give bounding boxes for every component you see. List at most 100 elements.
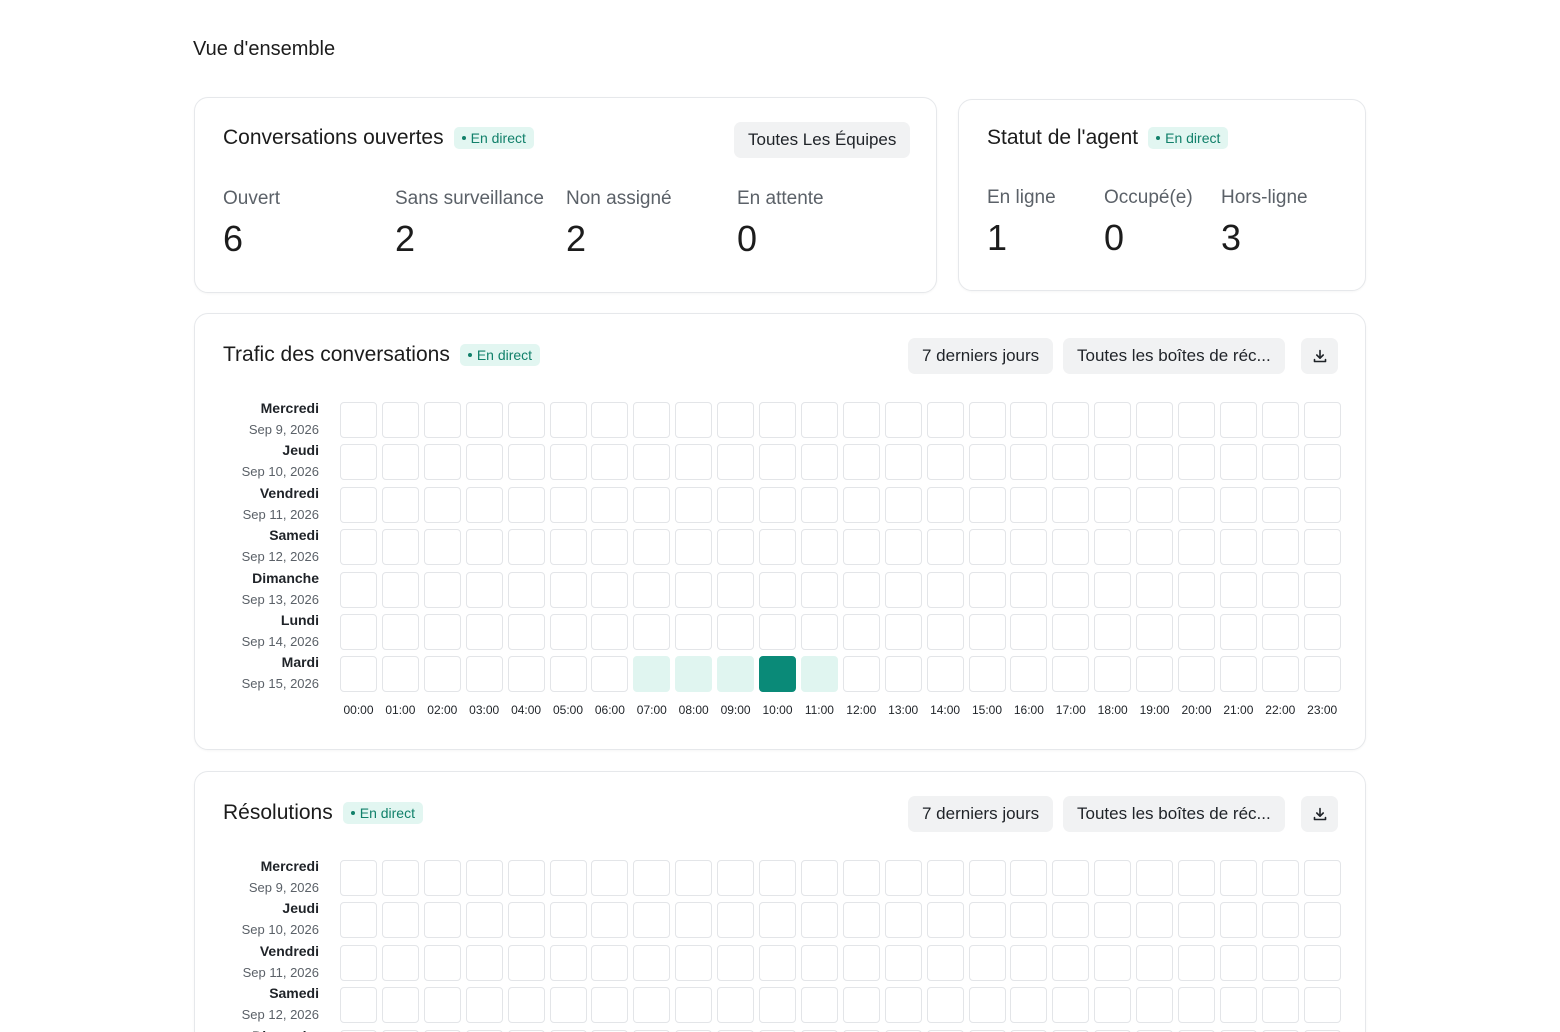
heatmap-cell[interactable] — [884, 656, 922, 693]
heatmap-cell[interactable] — [1010, 571, 1048, 608]
heatmap-cell[interactable] — [465, 860, 503, 896]
heatmap-cell[interactable] — [842, 614, 880, 650]
heatmap-cell[interactable] — [381, 571, 419, 608]
heatmap-cell[interactable] — [633, 902, 671, 939]
heatmap-cell[interactable] — [675, 402, 713, 438]
heatmap-cell[interactable] — [1178, 944, 1215, 981]
heatmap-cell[interactable] — [1178, 444, 1215, 481]
heatmap-cell[interactable] — [884, 402, 922, 438]
heatmap-cell[interactable] — [465, 486, 503, 523]
heatmap-cell[interactable] — [507, 987, 545, 1024]
heatmap-cell[interactable] — [926, 529, 964, 566]
heatmap-cell[interactable] — [1136, 402, 1174, 438]
heatmap-cell[interactable] — [633, 571, 671, 608]
heatmap-cell[interactable] — [884, 614, 922, 650]
heatmap-cell[interactable] — [1010, 944, 1048, 981]
heatmap-cell[interactable] — [507, 444, 545, 481]
heatmap-cell[interactable] — [633, 656, 671, 693]
heatmap-cell[interactable] — [549, 656, 587, 693]
heatmap-cell[interactable] — [1261, 402, 1299, 438]
heatmap-cell[interactable] — [842, 444, 880, 481]
heatmap-cell[interactable] — [423, 444, 461, 481]
heatmap-cell[interactable] — [884, 571, 922, 608]
heatmap-cell[interactable] — [968, 529, 1006, 566]
heatmap-cell[interactable] — [926, 656, 964, 693]
heatmap-cell[interactable] — [465, 444, 503, 481]
heatmap-cell[interactable] — [1136, 444, 1174, 481]
heatmap-cell[interactable] — [884, 860, 922, 896]
heatmap-cell[interactable] — [1303, 860, 1341, 896]
heatmap-cell[interactable] — [465, 987, 503, 1024]
heatmap-cell[interactable] — [423, 571, 461, 608]
heatmap-cell[interactable] — [1136, 902, 1174, 939]
heatmap-cell[interactable] — [800, 860, 838, 896]
heatmap-cell[interactable] — [1094, 944, 1132, 981]
heatmap-cell[interactable] — [633, 529, 671, 566]
heatmap-cell[interactable] — [549, 860, 587, 896]
heatmap-cell[interactable] — [1261, 571, 1299, 608]
heatmap-cell[interactable] — [549, 402, 587, 438]
heatmap-cell[interactable] — [591, 571, 629, 608]
heatmap-cell[interactable] — [800, 987, 838, 1024]
heatmap-cell[interactable] — [340, 614, 377, 650]
heatmap-cell[interactable] — [423, 402, 461, 438]
heatmap-cell[interactable] — [926, 944, 964, 981]
heatmap-cell[interactable] — [591, 402, 629, 438]
heatmap-cell[interactable] — [842, 402, 880, 438]
heatmap-cell[interactable] — [1261, 529, 1299, 566]
heatmap-cell[interactable] — [1219, 614, 1257, 650]
heatmap-cell[interactable] — [381, 902, 419, 939]
heatmap-cell[interactable] — [423, 486, 461, 523]
heatmap-cell[interactable] — [926, 987, 964, 1024]
heatmap-cell[interactable] — [842, 987, 880, 1024]
heatmap-cell[interactable] — [1136, 860, 1174, 896]
heatmap-cell[interactable] — [1219, 486, 1257, 523]
heatmap-cell[interactable] — [423, 944, 461, 981]
heatmap-cell[interactable] — [717, 614, 755, 650]
heatmap-cell[interactable] — [1303, 529, 1341, 566]
heatmap-cell[interactable] — [591, 987, 629, 1024]
heatmap-cell[interactable] — [340, 486, 377, 523]
heatmap-cell[interactable] — [1052, 987, 1090, 1024]
heatmap-cell[interactable] — [926, 902, 964, 939]
heatmap-cell[interactable] — [759, 860, 796, 896]
heatmap-cell[interactable] — [591, 529, 629, 566]
heatmap-cell[interactable] — [340, 571, 377, 608]
heatmap-cell[interactable] — [465, 656, 503, 693]
heatmap-cell[interactable] — [633, 614, 671, 650]
heatmap-cell[interactable] — [1136, 486, 1174, 523]
heatmap-cell[interactable] — [549, 444, 587, 481]
heatmap-cell[interactable] — [465, 944, 503, 981]
heatmap-cell[interactable] — [549, 902, 587, 939]
heatmap-cell[interactable] — [1178, 571, 1215, 608]
heatmap-cell[interactable] — [1052, 860, 1090, 896]
heatmap-cell[interactable] — [842, 529, 880, 566]
heatmap-cell[interactable] — [968, 656, 1006, 693]
heatmap-cell[interactable] — [1094, 656, 1132, 693]
heatmap-cell[interactable] — [340, 444, 377, 481]
heatmap-cell[interactable] — [1010, 860, 1048, 896]
heatmap-cell[interactable] — [675, 614, 713, 650]
heatmap-cell[interactable] — [633, 860, 671, 896]
heatmap-cell[interactable] — [884, 944, 922, 981]
heatmap-cell[interactable] — [717, 860, 755, 896]
heatmap-cell[interactable] — [1178, 614, 1215, 650]
heatmap-cell[interactable] — [1303, 902, 1341, 939]
heatmap-cell[interactable] — [423, 529, 461, 566]
heatmap-cell[interactable] — [1094, 402, 1132, 438]
heatmap-cell[interactable] — [381, 529, 419, 566]
heatmap-cell[interactable] — [1261, 656, 1299, 693]
heatmap-cell[interactable] — [1219, 944, 1257, 981]
heatmap-cell[interactable] — [1052, 902, 1090, 939]
heatmap-cell[interactable] — [1261, 444, 1299, 481]
heatmap-cell[interactable] — [340, 902, 377, 939]
heatmap-cell[interactable] — [842, 656, 880, 693]
heatmap-cell[interactable] — [968, 402, 1006, 438]
heatmap-cell[interactable] — [340, 987, 377, 1024]
heatmap-cell[interactable] — [465, 571, 503, 608]
heatmap-cell[interactable] — [549, 529, 587, 566]
heatmap-cell[interactable] — [759, 614, 796, 650]
heatmap-cell[interactable] — [340, 860, 377, 896]
heatmap-cell[interactable] — [507, 571, 545, 608]
heatmap-cell[interactable] — [1136, 656, 1174, 693]
